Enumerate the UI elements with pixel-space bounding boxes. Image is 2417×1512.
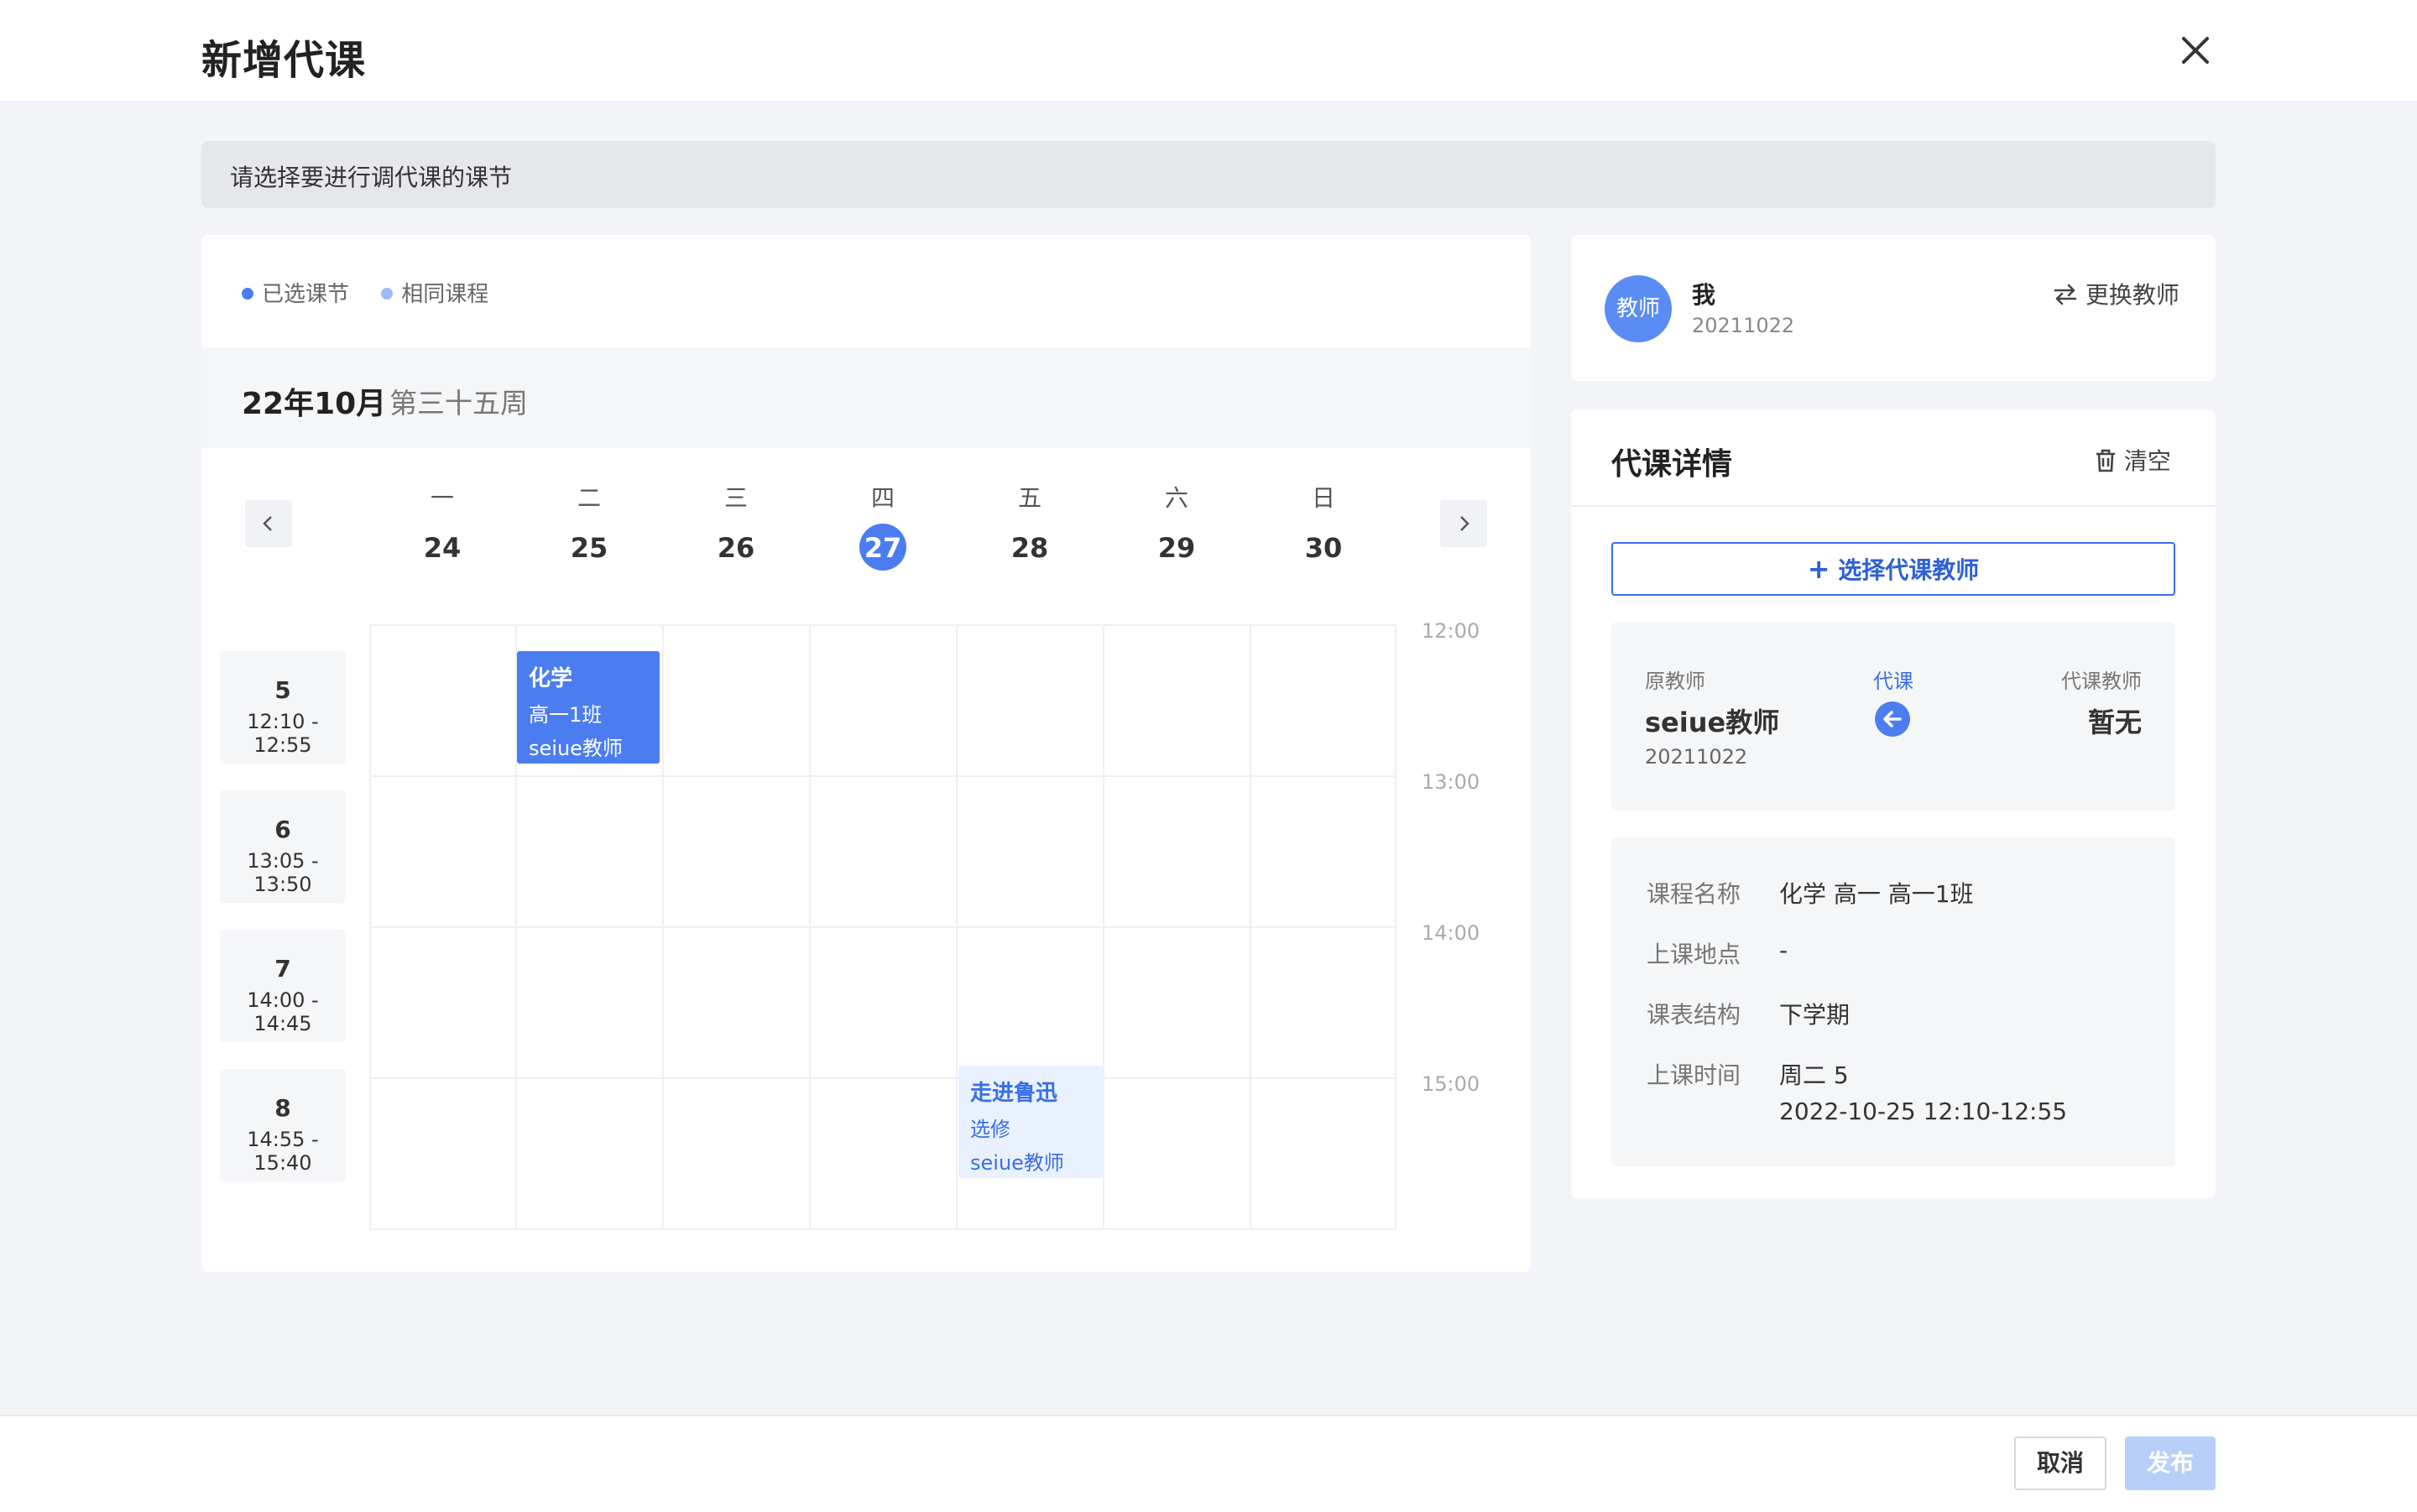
original-teacher-label: 原教师 xyxy=(1645,670,1705,693)
cancel-button[interactable]: 取消 xyxy=(2014,1436,2106,1490)
chevron-left-icon xyxy=(263,516,272,531)
hour-label: 14:00 xyxy=(1422,921,1480,945)
grid-line xyxy=(1103,624,1104,1230)
period-label: 6 13:05 - 13:50 xyxy=(220,790,346,903)
period-number: 7 xyxy=(274,955,291,983)
substitute-teacher-label: 代课教师 xyxy=(2061,670,2142,693)
schedule-label: 课表结构 xyxy=(1647,1001,1741,1029)
period-number: 8 xyxy=(274,1094,291,1122)
day-name: 三 xyxy=(723,484,748,512)
hour-label: 13:00 xyxy=(1422,770,1480,794)
teacher-id: 20211022 xyxy=(1692,314,1795,337)
grid-line xyxy=(369,1228,1395,1230)
grid-line xyxy=(956,624,958,1230)
prev-week-button[interactable] xyxy=(245,500,292,547)
hour-label: 12:00 xyxy=(1422,619,1480,643)
month-label: 22年10月 xyxy=(242,387,387,421)
plus-icon: + xyxy=(1807,553,1830,585)
grid-line xyxy=(369,624,371,1230)
avatar: 教师 xyxy=(1605,275,1672,342)
same-legend-dot xyxy=(381,287,394,300)
clear-button[interactable]: 清空 xyxy=(2095,443,2171,477)
course-subject: 化学 xyxy=(529,666,573,691)
day-number[interactable]: 25 xyxy=(556,532,623,564)
day-number[interactable]: 28 xyxy=(996,532,1063,564)
swap-icon xyxy=(2054,284,2077,305)
close-icon[interactable] xyxy=(2175,30,2216,70)
period-label: 5 12:10 - 12:55 xyxy=(220,651,346,764)
instruction-text: 请选择要进行调代课的课节 xyxy=(230,164,513,191)
day-name: 四 xyxy=(870,484,895,512)
same-course-block[interactable]: 走进鲁迅 选修 seiue教师 xyxy=(958,1066,1103,1178)
teacher-name: 我 xyxy=(1692,281,1716,309)
course-subject: 走进鲁迅 xyxy=(970,1081,1058,1106)
day-name: 日 xyxy=(1311,484,1335,512)
class-time-detail: 2022-10-25 12:10-12:55 xyxy=(1779,1098,2068,1125)
course-teacher: seiue教师 xyxy=(529,737,623,760)
page-title: 新增代课 xyxy=(201,37,367,84)
day-name: 二 xyxy=(577,484,601,512)
location-label: 上课地点 xyxy=(1647,941,1741,968)
course-class: 高一1班 xyxy=(529,703,603,727)
switch-teacher-button[interactable]: 更换教师 xyxy=(2053,277,2179,310)
substitute-teacher-name: 暂无 xyxy=(2088,706,2143,738)
period-time: 14:55 - 15:40 xyxy=(247,1128,319,1175)
day-number[interactable]: 29 xyxy=(1143,532,1210,564)
grid-line xyxy=(369,926,1395,928)
day-name: 五 xyxy=(1017,484,1041,512)
legend: 已选课节 相同课程 xyxy=(242,277,488,308)
period-time: 12:10 - 12:55 xyxy=(247,710,319,757)
instruction-banner: 请选择要进行调代课的课节 xyxy=(201,141,2216,208)
period-label: 7 14:00 - 14:45 xyxy=(220,930,346,1042)
day-name: 一 xyxy=(430,484,454,512)
location-value: - xyxy=(1779,936,1788,964)
original-teacher-name: seiue教师 xyxy=(1645,706,1780,738)
grid-line xyxy=(1250,624,1251,1230)
publish-button[interactable]: 发布 xyxy=(2125,1436,2216,1490)
day-number[interactable]: 24 xyxy=(409,532,476,564)
chevron-right-icon xyxy=(1460,516,1470,531)
original-teacher-id: 20211022 xyxy=(1645,745,1748,769)
legend-selected: 已选课节 xyxy=(262,282,350,307)
course-teacher: seiue教师 xyxy=(970,1151,1064,1175)
period-number: 5 xyxy=(274,676,291,704)
period-time: 14:00 - 14:45 xyxy=(247,988,319,1035)
period-time: 13:05 - 13:50 xyxy=(247,849,319,896)
period-number: 6 xyxy=(274,816,291,843)
period-label: 8 14:55 - 15:40 xyxy=(220,1069,346,1181)
course-name-label: 课程名称 xyxy=(1647,880,1741,908)
legend-same: 相同课程 xyxy=(401,282,489,307)
switch-teacher-label: 更换教师 xyxy=(2085,281,2179,309)
day-number[interactable]: 30 xyxy=(1290,532,1357,564)
class-time-label: 上课时间 xyxy=(1647,1061,1741,1089)
selected-course-block[interactable]: 化学 高一1班 seiue教师 xyxy=(517,651,660,764)
arrow-left-icon xyxy=(1875,701,1910,740)
select-substitute-button[interactable]: + 选择代课教师 xyxy=(1611,542,2175,596)
clear-label: 清空 xyxy=(2123,447,2171,475)
detail-title: 代课详情 xyxy=(1611,447,1733,482)
hour-label: 15:00 xyxy=(1422,1072,1480,1096)
class-time-value: 周二 5 xyxy=(1779,1061,1849,1089)
course-class: 选修 xyxy=(970,1118,1010,1141)
course-name-value: 化学 高一 高一1班 xyxy=(1779,880,1974,908)
grid-line xyxy=(662,624,664,1230)
selected-legend-dot xyxy=(242,287,253,300)
grid-line xyxy=(809,624,811,1230)
day-number-today[interactable]: 27 xyxy=(849,532,916,564)
divider xyxy=(1571,505,2216,507)
week-label: 第三十五周 xyxy=(389,387,528,420)
day-number[interactable]: 26 xyxy=(702,532,770,564)
calendar-card: 已选课节 相同课程 22年10月 第三十五周 一 24 二 25 三 26 四 … xyxy=(201,235,1531,1272)
trash-icon xyxy=(2096,449,2115,472)
grid-line xyxy=(369,624,1395,626)
day-name: 六 xyxy=(1164,484,1188,512)
grid-line xyxy=(369,1077,1395,1079)
schedule-value: 下学期 xyxy=(1779,1001,1851,1029)
grid-line xyxy=(1395,624,1396,1230)
substitute-label: 代课 xyxy=(1873,670,1913,693)
next-week-button[interactable] xyxy=(1440,500,1487,547)
grid-line xyxy=(369,775,1395,777)
select-substitute-label: 选择代课教师 xyxy=(1838,556,1980,584)
